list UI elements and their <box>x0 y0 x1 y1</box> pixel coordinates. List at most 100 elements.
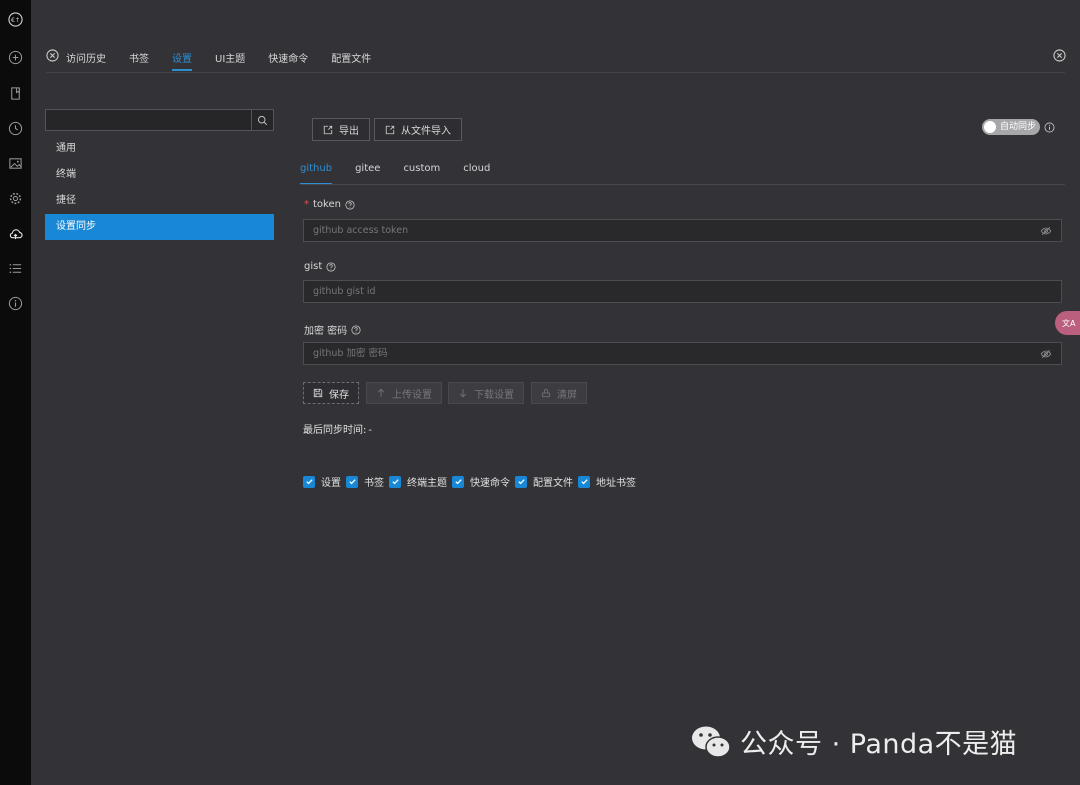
import-file-button[interactable]: 从文件导入 <box>374 118 462 141</box>
close-panel-icon[interactable] <box>1053 49 1066 62</box>
download-settings-label: 下载设置 <box>474 389 514 401</box>
sync-item-label: 设置 <box>321 478 341 489</box>
last-sync-time: 最后同步时间: - <box>303 421 372 436</box>
tab-profiles[interactable]: 配置文件 <box>331 47 371 73</box>
export-icon <box>323 125 333 134</box>
upload-settings-label: 上传设置 <box>392 389 432 401</box>
gist-label-text: gist <box>304 261 323 272</box>
bookmark-icon[interactable] <box>8 86 23 101</box>
search-icon <box>257 115 268 125</box>
tab-bookmarks[interactable]: 书签 <box>129 47 149 73</box>
settings-nav-terminal[interactable]: 终端 <box>45 162 274 188</box>
settings-search <box>45 109 274 131</box>
search-button[interactable] <box>251 110 273 130</box>
sync-item-label: 书签 <box>364 478 384 489</box>
wechat-icon <box>690 724 732 760</box>
token-label: * token <box>304 199 355 210</box>
tab-quick-commands[interactable]: 快速命令 <box>268 47 308 73</box>
checkbox-checked-icon[interactable] <box>515 475 527 488</box>
gist-field <box>303 280 1062 303</box>
translate-badge[interactable]: 文A <box>1055 311 1080 335</box>
export-button[interactable]: 导出 <box>312 118 370 141</box>
gist-label: gist <box>304 261 336 272</box>
sync-item-terminal-themes[interactable]: 终端主题 <box>389 474 447 489</box>
tab-history[interactable]: 访问历史 <box>66 47 106 73</box>
cloud-sync-icon[interactable] <box>8 226 23 241</box>
sync-item-label: 地址书签 <box>596 478 636 489</box>
svg-text:€↑: €↑ <box>11 17 20 24</box>
sync-item-label: 终端主题 <box>407 478 447 489</box>
tab-custom[interactable]: custom <box>403 163 440 185</box>
subtab-divider <box>300 184 1065 185</box>
checkbox-checked-icon[interactable] <box>303 475 315 488</box>
password-field <box>303 342 1062 365</box>
settings-nav-shortcuts[interactable]: 捷径 <box>45 188 274 214</box>
sync-item-profiles[interactable]: 配置文件 <box>515 474 573 489</box>
upload-settings-button[interactable]: 上传设置 <box>366 382 442 404</box>
gist-input[interactable] <box>304 281 1061 302</box>
clock-icon[interactable] <box>8 121 23 136</box>
save-label: 保存 <box>329 389 349 401</box>
tab-ui-theme[interactable]: UI主题 <box>215 47 245 73</box>
list-icon[interactable] <box>8 261 23 276</box>
checkbox-checked-icon[interactable] <box>389 475 401 488</box>
info-icon[interactable] <box>8 296 23 311</box>
sync-items: 设置 书签 终端主题 快速命令 配置文件 地址书签 <box>303 474 641 489</box>
sync-item-label: 快速命令 <box>470 478 510 489</box>
save-icon <box>313 388 323 398</box>
settings-nav-sync[interactable]: 设置同步 <box>45 214 274 240</box>
sync-item-label: 配置文件 <box>533 478 573 489</box>
help-icon[interactable] <box>326 261 336 272</box>
checkbox-checked-icon[interactable] <box>452 475 464 488</box>
checkbox-checked-icon[interactable] <box>346 475 358 488</box>
last-sync-label: 最后同步时间: <box>303 425 367 436</box>
auto-sync-label: 自动同步 <box>1000 122 1037 132</box>
tab-divider <box>46 72 1065 73</box>
checkbox-checked-icon[interactable] <box>578 475 590 488</box>
sync-provider-tabs: github gitee custom cloud <box>300 163 513 185</box>
tab-gitee[interactable]: gitee <box>355 163 380 185</box>
sync-item-settings[interactable]: 设置 <box>303 474 341 489</box>
clear-button[interactable]: 清屏 <box>531 382 587 404</box>
top-tab-bar: 访问历史 书签 设置 UI主题 快速命令 配置文件 <box>46 47 394 73</box>
settings-nav-general[interactable]: 通用 <box>45 136 274 162</box>
auto-sync-toggle[interactable]: 自动同步 <box>982 119 1040 135</box>
import-file-label: 从文件导入 <box>401 126 451 137</box>
password-input[interactable] <box>304 343 1040 364</box>
close-circle-icon[interactable] <box>46 49 59 62</box>
token-input[interactable] <box>304 220 1040 241</box>
toggle-knob <box>984 121 996 133</box>
watermark: 公众号 · Panda不是猫 <box>690 722 1017 761</box>
left-rail: €↑ <box>0 0 31 785</box>
token-label-text: token <box>313 199 341 210</box>
clear-label: 清屏 <box>557 389 577 401</box>
plus-circle-icon[interactable] <box>8 50 23 65</box>
import-icon <box>385 125 395 134</box>
help-icon[interactable] <box>345 199 355 210</box>
auto-sync: 自动同步 <box>982 119 1055 135</box>
eye-off-icon[interactable] <box>1040 348 1052 360</box>
tab-cloud[interactable]: cloud <box>463 163 490 185</box>
save-button[interactable]: 保存 <box>303 382 359 404</box>
arrow-down-icon <box>459 389 467 398</box>
download-settings-button[interactable]: 下载设置 <box>448 382 524 404</box>
translate-icon: 文A <box>1062 318 1076 328</box>
clear-icon <box>542 388 550 398</box>
gear-icon[interactable] <box>8 191 23 206</box>
arrow-up-icon <box>377 388 385 397</box>
tab-github[interactable]: github <box>300 163 333 185</box>
password-label: 加密 密码 <box>304 322 361 337</box>
image-icon[interactable] <box>8 156 23 171</box>
help-icon[interactable] <box>351 324 361 335</box>
tab-settings[interactable]: 设置 <box>172 47 192 73</box>
settings-search-input[interactable] <box>46 110 251 130</box>
required-mark: * <box>304 199 309 210</box>
sync-item-quick-commands[interactable]: 快速命令 <box>452 474 510 489</box>
auto-sync-info-icon[interactable] <box>1044 122 1055 133</box>
password-label-text: 加密 密码 <box>304 326 348 337</box>
app-logo-icon[interactable]: €↑ <box>8 12 23 27</box>
sync-item-address-bookmarks[interactable]: 地址书签 <box>578 474 636 489</box>
sync-item-bookmarks[interactable]: 书签 <box>346 474 384 489</box>
eye-off-icon[interactable] <box>1040 225 1052 237</box>
watermark-text: 公众号 · Panda不是猫 <box>740 729 1018 760</box>
